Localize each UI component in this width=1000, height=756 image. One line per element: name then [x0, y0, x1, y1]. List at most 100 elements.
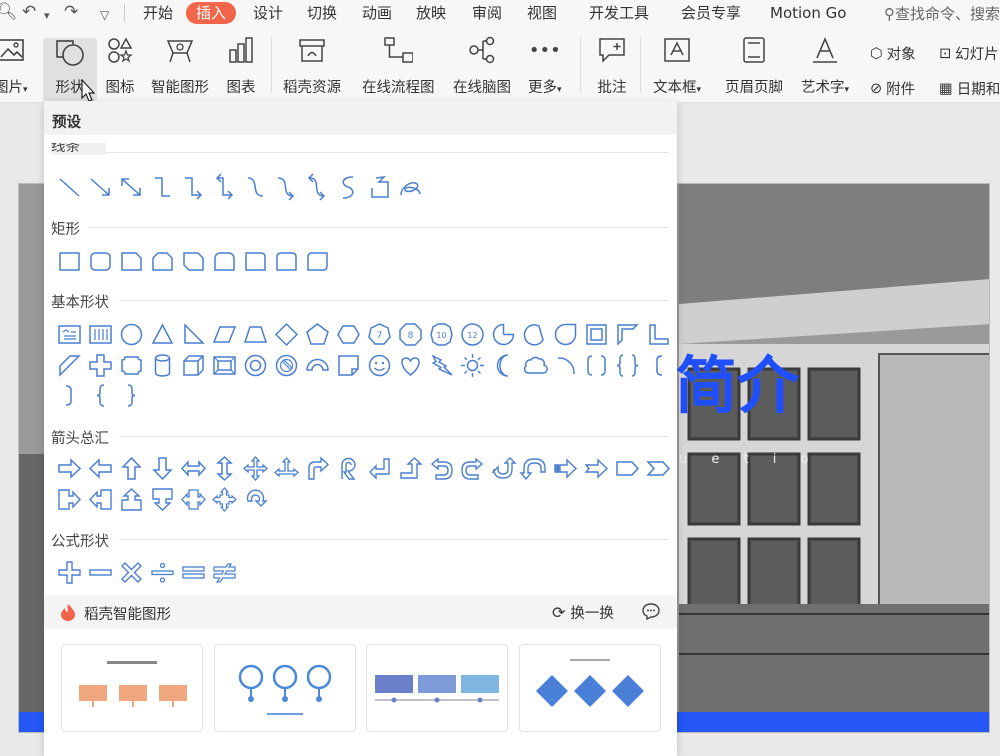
donut-shape-icon[interactable]: [240, 350, 271, 381]
menu-tab[interactable]: 审阅: [472, 3, 502, 23]
menu-tab[interactable]: 视图: [527, 3, 557, 23]
command-search[interactable]: ⚲查找命令、搜索: [884, 3, 1000, 24]
cloud-shape-icon[interactable]: [519, 350, 550, 381]
double-bracket-shape-icon[interactable]: [581, 350, 612, 381]
menu-tab[interactable]: 会员专享: [681, 3, 741, 23]
curved-down-arrow-shape-icon[interactable]: [519, 453, 550, 484]
object-button[interactable]: ⬡ 对象: [870, 43, 916, 64]
striped-right-arrow-shape-icon[interactable]: [550, 453, 581, 484]
teardrop-shape-icon[interactable]: [550, 319, 581, 350]
oval-shape-icon[interactable]: [116, 319, 147, 350]
snip-diagonal-rectangle-shape-icon[interactable]: [178, 246, 209, 277]
vertical-text-box-shape-icon[interactable]: [85, 319, 116, 350]
elbow-arrow-connector-shape-icon[interactable]: [178, 172, 209, 203]
triangle-shape-icon[interactable]: [147, 319, 178, 350]
undo-icon[interactable]: ↶: [22, 2, 36, 22]
no-symbol-shape-icon[interactable]: [271, 350, 302, 381]
folded-corner-shape-icon[interactable]: [333, 350, 364, 381]
curved-double-arrow-connector-shape-icon[interactable]: [302, 172, 333, 203]
u-turn-left-arrow-shape-icon[interactable]: [364, 453, 395, 484]
attachment-button[interactable]: ⊘ 附件: [870, 78, 915, 99]
redo-icon[interactable]: ↷: [64, 2, 78, 22]
snip-corner-rectangle-shape-icon[interactable]: [116, 246, 147, 277]
smart-graphic-template-card[interactable]: [519, 644, 661, 732]
round-diagonal-rectangle-shape-icon[interactable]: [302, 246, 333, 277]
elbow-connector-shape-icon[interactable]: [147, 172, 178, 203]
scribble-shape-icon[interactable]: [395, 172, 426, 203]
chevron-shape-icon[interactable]: [643, 453, 674, 484]
left-brace-shape-icon[interactable]: [85, 380, 116, 411]
down-arrow-callout-shape-icon[interactable]: [147, 484, 178, 515]
menu-tab[interactable]: 放映: [416, 3, 446, 23]
comment-button[interactable]: 批注: [597, 35, 627, 97]
right-brace-shape-icon[interactable]: [116, 380, 147, 411]
picture-button[interactable]: 图片▾: [0, 35, 28, 97]
double-arrow-line-shape-icon[interactable]: [116, 172, 147, 203]
frame-shape-icon[interactable]: [581, 319, 612, 350]
text-box-shape-icon[interactable]: [54, 319, 85, 350]
round-same-side-rectangle-shape-icon[interactable]: [271, 246, 302, 277]
curved-up-arrow-shape-icon[interactable]: [488, 453, 519, 484]
line-shape-icon[interactable]: [54, 172, 85, 203]
menu-tab[interactable]: 切换: [307, 3, 337, 23]
block-arc-shape-icon[interactable]: [302, 350, 333, 381]
round-single-corner-rectangle-shape-icon[interactable]: [209, 246, 240, 277]
moon-shape-icon[interactable]: [488, 350, 519, 381]
elbow-double-arrow-connector-shape-icon[interactable]: [209, 172, 240, 203]
quad-arrow-callout-shape-icon[interactable]: [209, 484, 240, 515]
parallelogram-shape-icon[interactable]: [209, 319, 240, 350]
plus-cross-shape-icon[interactable]: [85, 350, 116, 381]
right-arrow-callout-shape-icon[interactable]: [54, 484, 85, 515]
up-arrow-shape-icon[interactable]: [116, 453, 147, 484]
menu-tab[interactable]: 开始: [143, 3, 173, 23]
heptagon-shape-icon[interactable]: 7: [364, 319, 395, 350]
not-equal-shape-icon[interactable]: [209, 557, 240, 588]
feedback-chat-icon[interactable]: [641, 602, 661, 620]
more-button[interactable]: ••• 更多▾: [528, 35, 562, 97]
plus-shape-icon[interactable]: [54, 557, 85, 588]
circular-arrow-shape-icon[interactable]: [333, 453, 364, 484]
dodecagon-shape-icon[interactable]: 12: [457, 319, 488, 350]
half-frame-shape-icon[interactable]: [612, 319, 643, 350]
heart-shape-icon[interactable]: [395, 350, 426, 381]
right-arrow-shape-icon[interactable]: [54, 453, 85, 484]
wordart-button[interactable]: 艺术字▾: [801, 35, 849, 97]
chart-button[interactable]: 图表: [226, 35, 256, 97]
left-right-up-arrow-shape-icon[interactable]: [271, 453, 302, 484]
bevel-shape-icon[interactable]: [209, 350, 240, 381]
l-shape-icon[interactable]: [643, 319, 674, 350]
curved-left-arrow-shape-icon[interactable]: [426, 453, 457, 484]
divide-shape-icon[interactable]: [147, 557, 178, 588]
left-arrow-shape-icon[interactable]: [85, 453, 116, 484]
bent-arrow-shape-icon[interactable]: [302, 453, 333, 484]
cube-shape-icon[interactable]: [178, 350, 209, 381]
icons-button[interactable]: 图标: [105, 35, 135, 97]
online-flowchart-button[interactable]: 在线流程图: [362, 35, 435, 97]
can-cylinder-shape-icon[interactable]: [147, 350, 178, 381]
header-footer-button[interactable]: 页眉页脚: [725, 35, 783, 97]
freeform-shape-icon[interactable]: [364, 172, 395, 203]
left-bracket-shape-icon[interactable]: [643, 350, 674, 381]
plaque-shape-icon[interactable]: [116, 350, 147, 381]
pentagon-shape-icon[interactable]: [302, 319, 333, 350]
smart-graphic-template-card[interactable]: [366, 644, 508, 732]
arrow-line-shape-icon[interactable]: [85, 172, 116, 203]
curve-shape-icon[interactable]: [333, 172, 364, 203]
minus-shape-icon[interactable]: [85, 557, 116, 588]
down-arrow-shape-icon[interactable]: [147, 453, 178, 484]
lightning-bolt-shape-icon[interactable]: [426, 350, 457, 381]
customize-toolbar-icon[interactable]: ▽: [100, 5, 109, 25]
round-corner-rectangle-shape-icon[interactable]: [240, 246, 271, 277]
rectangle-shape-icon[interactable]: [54, 246, 85, 277]
diamond-shape-icon[interactable]: [271, 319, 302, 350]
trapezoid-shape-icon[interactable]: [240, 319, 271, 350]
right-triangle-shape-icon[interactable]: [178, 319, 209, 350]
search-icon[interactable]: 🔍︎: [0, 2, 18, 22]
textbox-button[interactable]: 文本框▾: [653, 35, 701, 97]
equal-shape-icon[interactable]: [178, 557, 209, 588]
menu-tab[interactable]: 设计: [253, 3, 283, 23]
menu-tab[interactable]: Motion Go: [770, 3, 846, 23]
smart-graphic-button[interactable]: 智能图形: [151, 35, 209, 97]
hexagon-shape-icon[interactable]: [333, 319, 364, 350]
refresh-button[interactable]: ⟳ 换一换: [552, 602, 614, 623]
